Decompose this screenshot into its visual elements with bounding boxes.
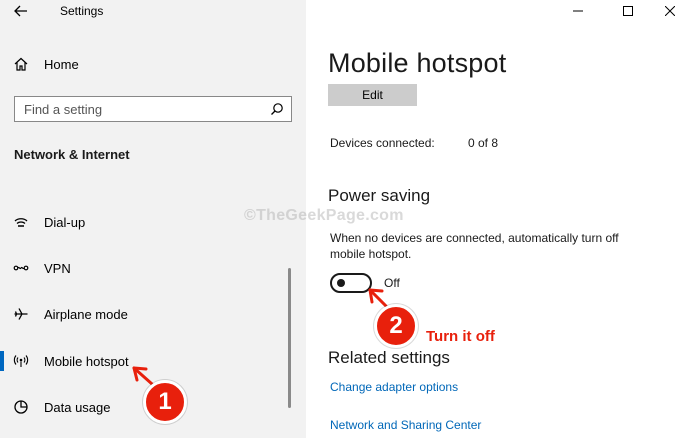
- data-usage-icon: [12, 398, 30, 416]
- selection-indicator: [0, 351, 4, 371]
- power-saving-toggle[interactable]: [330, 273, 372, 293]
- network-sharing-center-link[interactable]: Network and Sharing Center: [330, 418, 481, 432]
- app-title: Settings: [60, 4, 104, 18]
- change-adapter-options-link[interactable]: Change adapter options: [330, 380, 458, 394]
- sidebar-item-airplane-mode[interactable]: Airplane mode: [0, 296, 300, 332]
- toggle-knob: [337, 279, 345, 287]
- section-title: Network & Internet: [14, 147, 130, 162]
- sidebar-item-label: Data usage: [44, 399, 111, 415]
- dial-up-icon: [12, 213, 30, 231]
- search-icon: [271, 103, 283, 115]
- sidebar-item-label: Home: [44, 56, 79, 72]
- search-box[interactable]: [14, 96, 292, 122]
- sidebar-item-home[interactable]: Home: [0, 46, 300, 82]
- maximize-icon: [623, 6, 633, 16]
- sidebar-item-mobile-hotspot[interactable]: Mobile hotspot: [0, 343, 300, 379]
- related-settings-heading: Related settings: [328, 348, 450, 367]
- page-title: Mobile hotspot: [328, 48, 507, 78]
- maximize-button[interactable]: [608, 0, 648, 22]
- sidebar-item-label: Airplane mode: [44, 306, 128, 322]
- hotspot-icon: [12, 352, 30, 370]
- sidebar-item-label: Mobile hotspot: [44, 353, 129, 369]
- minimize-button[interactable]: [558, 0, 598, 22]
- search-input[interactable]: [15, 97, 265, 121]
- minimize-icon: [573, 10, 583, 12]
- devices-connected-value: 0 of 8: [468, 136, 499, 150]
- back-arrow-icon: [14, 5, 27, 17]
- step-badge-1: 1: [143, 380, 187, 424]
- instruction-text: Turn it off: [426, 328, 495, 345]
- airplane-icon: [12, 305, 30, 323]
- close-icon: [665, 6, 675, 16]
- titlebar-left: Settings: [0, 0, 306, 24]
- toggle-state-label: Off: [384, 276, 400, 290]
- home-icon: [12, 55, 30, 73]
- vpn-icon: [12, 259, 30, 277]
- back-button[interactable]: [10, 0, 32, 22]
- watermark: ©TheGeekPage.com: [244, 207, 404, 224]
- close-button[interactable]: [650, 0, 690, 22]
- sidebar-item-label: VPN: [44, 260, 71, 276]
- sidebar-scrollbar[interactable]: [288, 268, 291, 408]
- step-badge-2: 2: [374, 304, 418, 348]
- power-saving-description: When no devices are connected, automatic…: [330, 231, 619, 261]
- sidebar-item-label: Dial-up: [44, 214, 86, 230]
- sidebar-item-vpn[interactable]: VPN: [0, 250, 300, 286]
- devices-connected-label: Devices connected:: [330, 136, 435, 150]
- power-saving-heading: Power saving: [328, 186, 431, 205]
- edit-button[interactable]: Edit: [328, 84, 417, 106]
